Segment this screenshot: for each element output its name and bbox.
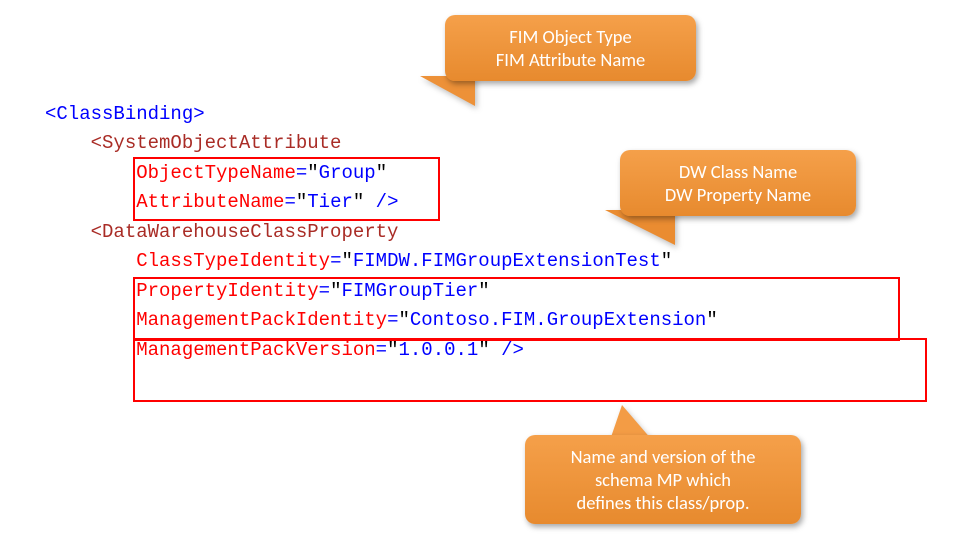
callout-mp-name-version: Name and version of the schema MP which … <box>525 435 801 524</box>
highlight-box-management-pack <box>133 338 927 402</box>
q: " <box>661 250 672 272</box>
callout-line: FIM Object Type <box>463 25 678 48</box>
eq: = <box>330 250 341 272</box>
xml-soa-tag: <SystemObjectAttribute <box>91 132 342 154</box>
callout-line: Name and version of the <box>543 445 783 468</box>
callout-fim-object-type: FIM Object Type FIM Attribute Name <box>445 15 696 81</box>
callout-line: schema MP which <box>543 468 783 491</box>
callout-line: FIM Attribute Name <box>463 48 678 71</box>
callout-line: defines this class/prop. <box>543 491 783 514</box>
diagram-stage: <ClassBinding> <SystemObjectAttribute Ob… <box>0 0 960 551</box>
attr-classtypeidentity: ClassTypeIdentity <box>136 250 330 272</box>
val-classtype: FIMDW.FIMGroupExtensionTest <box>353 250 661 272</box>
q: " <box>341 250 352 272</box>
callout-line: DW Property Name <box>638 183 838 206</box>
xml-dwcp-tag: <DataWarehouseClassProperty <box>91 221 399 243</box>
xml-open-tag: <ClassBinding> <box>45 103 205 125</box>
callout-line: DW Class Name <box>638 160 838 183</box>
highlight-box-object-attribute <box>133 157 440 221</box>
callout-dw-class-name: DW Class Name DW Property Name <box>620 150 856 216</box>
highlight-box-class-property <box>133 277 900 341</box>
